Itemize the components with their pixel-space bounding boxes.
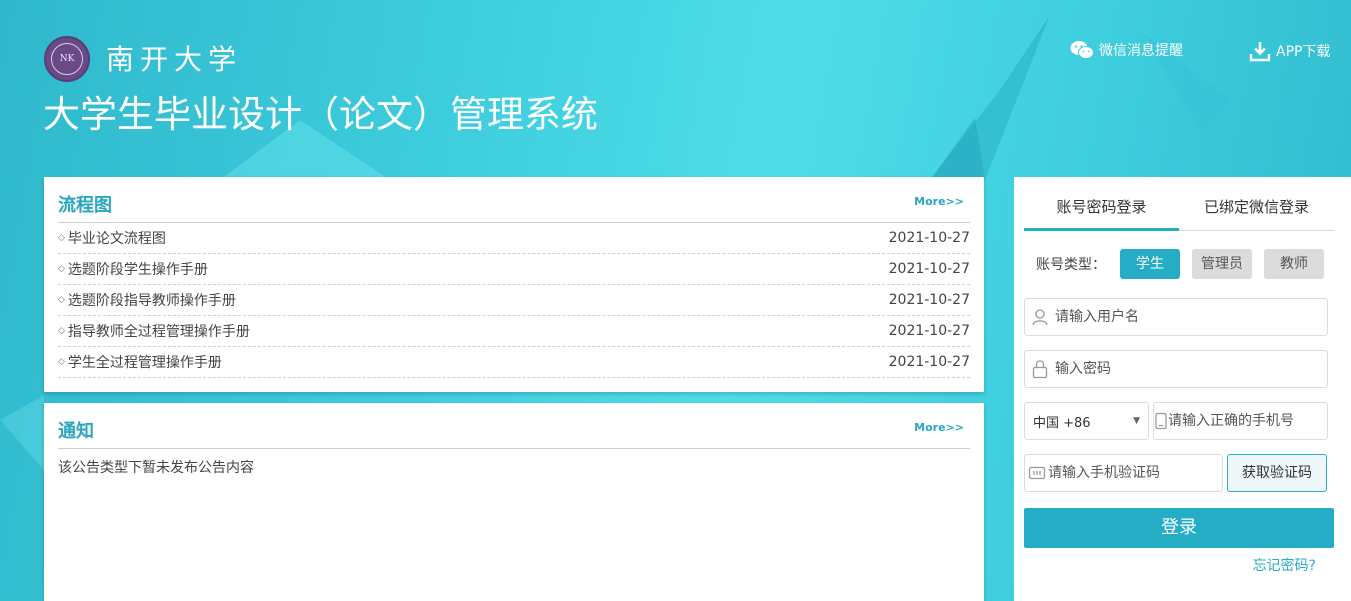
phone-input[interactable] <box>1168 403 1342 439</box>
phone-icon <box>1154 412 1168 430</box>
university-logo: NK <box>44 36 90 82</box>
flow-item-date: 2021-10-27 <box>888 354 970 370</box>
flow-panel: 流程图 More>> ◇ 毕业论文流程图 2021-10-27 ◇ 选题阶段学生操作… <box>44 177 984 392</box>
flow-list: ◇ 毕业论文流程图 2021-10-27 ◇ 选题阶段学生操作手册 2021-10-… <box>58 223 970 378</box>
flow-more-link[interactable]: More>> <box>914 195 964 208</box>
diamond-bullet-icon: ◇ <box>58 233 65 243</box>
account-type-label: 账号类型： <box>1036 257 1106 273</box>
notice-panel-title: 通知 <box>58 421 94 442</box>
login-tabs: 账号密码登录 已绑定微信登录 <box>1024 189 1334 231</box>
flow-list-item[interactable]: ◇ 学生全过程管理操作手册 2021-10-27 <box>58 347 970 378</box>
flow-item-title: 毕业论文流程图 <box>67 231 166 247</box>
flow-item-title: 选题阶段学生操作手册 <box>67 262 208 278</box>
sms-code-icon <box>1025 465 1048 481</box>
account-type-teacher[interactable]: 教师 <box>1264 249 1324 279</box>
country-code-select[interactable]: 中国 +86 ▼ <box>1024 402 1149 440</box>
tab-password-login[interactable]: 账号密码登录 <box>1024 189 1179 231</box>
account-type-student[interactable]: 学生 <box>1120 249 1180 279</box>
university-name: 南开大学 <box>106 43 243 76</box>
tab-wechat-login[interactable]: 已绑定微信登录 <box>1179 189 1334 230</box>
flow-item-date: 2021-10-27 <box>888 292 970 308</box>
notice-panel-header: 通知 More>> <box>58 403 970 449</box>
diamond-bullet-icon: ◇ <box>58 326 65 336</box>
flow-item-title: 选题阶段指导教师操作手册 <box>67 293 236 309</box>
notice-more-link[interactable]: More>> <box>914 421 964 434</box>
username-field <box>1024 298 1328 336</box>
wechat-reminder-link[interactable]: 微信消息提醒 <box>1070 40 1183 60</box>
sms-code-field <box>1024 454 1223 492</box>
password-field <box>1024 350 1328 388</box>
flow-list-item[interactable]: ◇ 选题阶段指导教师操作手册 2021-10-27 <box>58 285 970 316</box>
user-icon <box>1025 308 1055 326</box>
diamond-bullet-icon: ◇ <box>58 357 65 367</box>
wechat-icon <box>1070 41 1094 59</box>
download-icon <box>1249 42 1271 62</box>
flow-list-item[interactable]: ◇ 选题阶段学生操作手册 2021-10-27 <box>58 254 970 285</box>
flow-item-title: 学生全过程管理操作手册 <box>67 355 222 371</box>
flow-list-item[interactable]: ◇ 指导教师全过程管理操作手册 2021-10-27 <box>58 316 970 347</box>
username-input[interactable] <box>1055 299 1327 335</box>
flow-item-date: 2021-10-27 <box>888 230 970 246</box>
flow-panel-title: 流程图 <box>58 195 112 216</box>
sms-code-input[interactable] <box>1048 455 1222 491</box>
flow-item-date: 2021-10-27 <box>888 261 970 277</box>
caret-down-icon: ▼ <box>1133 416 1140 426</box>
diamond-bullet-icon: ◇ <box>58 264 65 274</box>
notice-panel: 通知 More>> 该公告类型下暂未发布公告内容 <box>44 403 984 601</box>
get-code-button[interactable]: 获取验证码 <box>1227 454 1327 492</box>
flow-item-date: 2021-10-27 <box>888 323 970 339</box>
login-panel: 账号密码登录 已绑定微信登录 账号类型： 学生 管理员 教师 中国 +86 ▼ <box>1014 177 1351 601</box>
system-title: 大学生毕业设计（论文）管理系统 <box>43 94 598 135</box>
wechat-reminder-label: 微信消息提醒 <box>1099 43 1183 59</box>
flow-panel-header: 流程图 More>> <box>58 177 970 223</box>
forgot-password-link[interactable]: 忘记密码? <box>1253 555 1316 575</box>
app-download-label: APP下载 <box>1276 44 1331 60</box>
diamond-bullet-icon: ◇ <box>58 295 65 305</box>
phone-field <box>1153 402 1342 440</box>
app-download-link[interactable]: APP下载 <box>1249 40 1330 62</box>
notice-empty-text: 该公告类型下暂未发布公告内容 <box>58 460 254 476</box>
lock-icon <box>1025 359 1055 379</box>
flow-list-item[interactable]: ◇ 毕业论文流程图 2021-10-27 <box>58 223 970 254</box>
logo-seal: NK <box>51 43 83 75</box>
account-type-admin[interactable]: 管理员 <box>1192 249 1252 279</box>
login-button[interactable]: 登录 <box>1024 508 1334 548</box>
flow-item-title: 指导教师全过程管理操作手册 <box>67 324 250 340</box>
account-type-row: 账号类型： 学生 管理员 教师 <box>1036 249 1336 279</box>
password-input[interactable] <box>1055 351 1327 387</box>
country-code-value: 中国 +86 <box>1033 415 1091 431</box>
